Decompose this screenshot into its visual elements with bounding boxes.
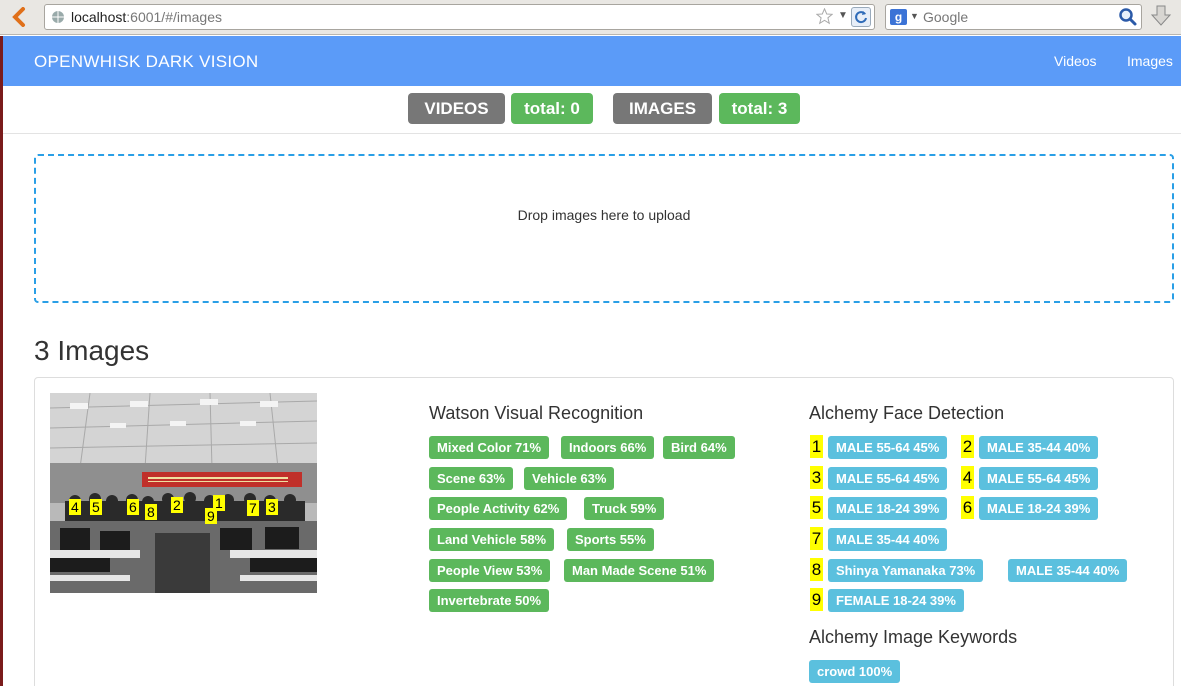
engine-dropdown-icon[interactable]: ▼ — [910, 11, 919, 21]
stats-bar: VIDEOS total: 0 IMAGES total: 3 — [3, 86, 1181, 134]
app-navbar: OPENWHISK DARK VISION Videos Images — [3, 36, 1181, 86]
search-input[interactable]: Google — [923, 9, 968, 25]
face-marker: 4 — [69, 499, 81, 515]
url-text[interactable]: localhost:6001/#/images — [71, 9, 222, 25]
reload-button[interactable] — [851, 7, 871, 27]
url-history-dropdown-icon[interactable]: ▼ — [838, 10, 848, 21]
face-tag: MALE 18-24 39% — [979, 497, 1099, 520]
upload-dropzone[interactable]: Drop images here to upload — [34, 154, 1174, 303]
watson-title: Watson Visual Recognition — [429, 403, 644, 423]
face-tag: MALE 55-64 45% — [979, 467, 1099, 490]
face-number: 1 — [810, 435, 823, 458]
watson-tag: Man Made Scene 51% — [564, 559, 715, 582]
image-result-panel: 4 5 6 8 2 1 9 7 3 Watson Visual Recognit… — [34, 377, 1174, 686]
keywords-title: Alchemy Image Keywords — [809, 627, 1018, 647]
videos-label: VIDEOS — [408, 93, 505, 124]
watson-tag: Bird 64% — [663, 436, 735, 459]
watson-tag: People Activity 62% — [429, 497, 568, 520]
keyword-tag: crowd 100% — [809, 660, 901, 683]
face-number: 6 — [961, 496, 974, 519]
images-label: IMAGES — [613, 93, 712, 124]
nav-link-videos[interactable]: Videos — [1054, 53, 1097, 69]
face-marker: 6 — [127, 499, 139, 515]
face-marker: 8 — [145, 504, 157, 520]
face-marker: 3 — [266, 499, 278, 515]
face-tag: MALE 55-64 45% — [828, 467, 948, 490]
url-host: localhost — [71, 9, 127, 25]
face-detection-title: Alchemy Face Detection — [809, 403, 1005, 423]
face-number: 8 — [810, 558, 823, 581]
watson-tag: Invertebrate 50% — [429, 589, 550, 612]
watson-tag: People View 53% — [429, 559, 551, 582]
face-number: 9 — [810, 588, 823, 611]
back-arrow-icon — [12, 7, 25, 27]
face-tag: MALE 35-44 40% — [979, 436, 1099, 459]
dropzone-text: Drop images here to upload — [517, 207, 691, 223]
watson-tag: Truck 59% — [584, 497, 665, 520]
watson-tag: Scene 63% — [429, 467, 513, 490]
globe-icon — [52, 11, 64, 23]
face-tag: FEMALE 18-24 39% — [828, 589, 964, 612]
group-photo-image — [50, 393, 317, 593]
watson-tag: Mixed Color 71% — [429, 436, 550, 459]
face-marker: 2 — [171, 497, 183, 513]
face-marker: 7 — [247, 500, 259, 516]
url-path: :6001/#/images — [126, 9, 222, 25]
watson-tag: Sports 55% — [567, 528, 654, 551]
download-icon[interactable] — [1150, 4, 1172, 28]
face-number: 3 — [810, 466, 823, 489]
face-tag: MALE 55-64 45% — [828, 436, 948, 459]
brand-title[interactable]: OPENWHISK DARK VISION — [34, 52, 259, 72]
watson-tag: Vehicle 63% — [524, 467, 615, 490]
face-marker: 5 — [90, 499, 102, 515]
image-thumbnail[interactable]: 4 5 6 8 2 1 9 7 3 — [50, 393, 317, 593]
banner — [142, 472, 302, 487]
browser-toolbar: localhost:6001/#/images ▼ g ▼ Google — [0, 0, 1181, 35]
face-number: 2 — [961, 435, 974, 458]
face-number: 4 — [961, 466, 974, 489]
images-count-title: 3 Images — [34, 335, 150, 366]
reload-icon — [855, 11, 867, 24]
videos-total-badge: total: 0 — [511, 93, 593, 124]
face-tag: MALE 35-44 40% — [828, 528, 948, 551]
watson-tag: Land Vehicle 58% — [429, 528, 555, 551]
search-bar[interactable]: g ▼ Google — [885, 4, 1142, 30]
images-total-badge: total: 3 — [719, 93, 800, 124]
url-bar[interactable]: localhost:6001/#/images ▼ — [44, 4, 875, 30]
face-tag: MALE 18-24 39% — [828, 497, 948, 520]
bookmark-star-icon[interactable] — [816, 8, 833, 25]
face-number: 5 — [810, 496, 823, 519]
back-button[interactable] — [6, 5, 32, 29]
google-engine-icon[interactable]: g — [890, 9, 907, 25]
watson-tag: Indoors 66% — [561, 436, 655, 459]
face-tag: MALE 35-44 40% — [1008, 559, 1128, 582]
face-marker: 9 — [205, 508, 217, 524]
face-recognized-tag: Shinya Yamanaka 73% — [828, 559, 984, 582]
nav-link-images[interactable]: Images — [1127, 53, 1173, 69]
face-number: 7 — [810, 527, 823, 550]
search-icon[interactable] — [1118, 7, 1138, 27]
